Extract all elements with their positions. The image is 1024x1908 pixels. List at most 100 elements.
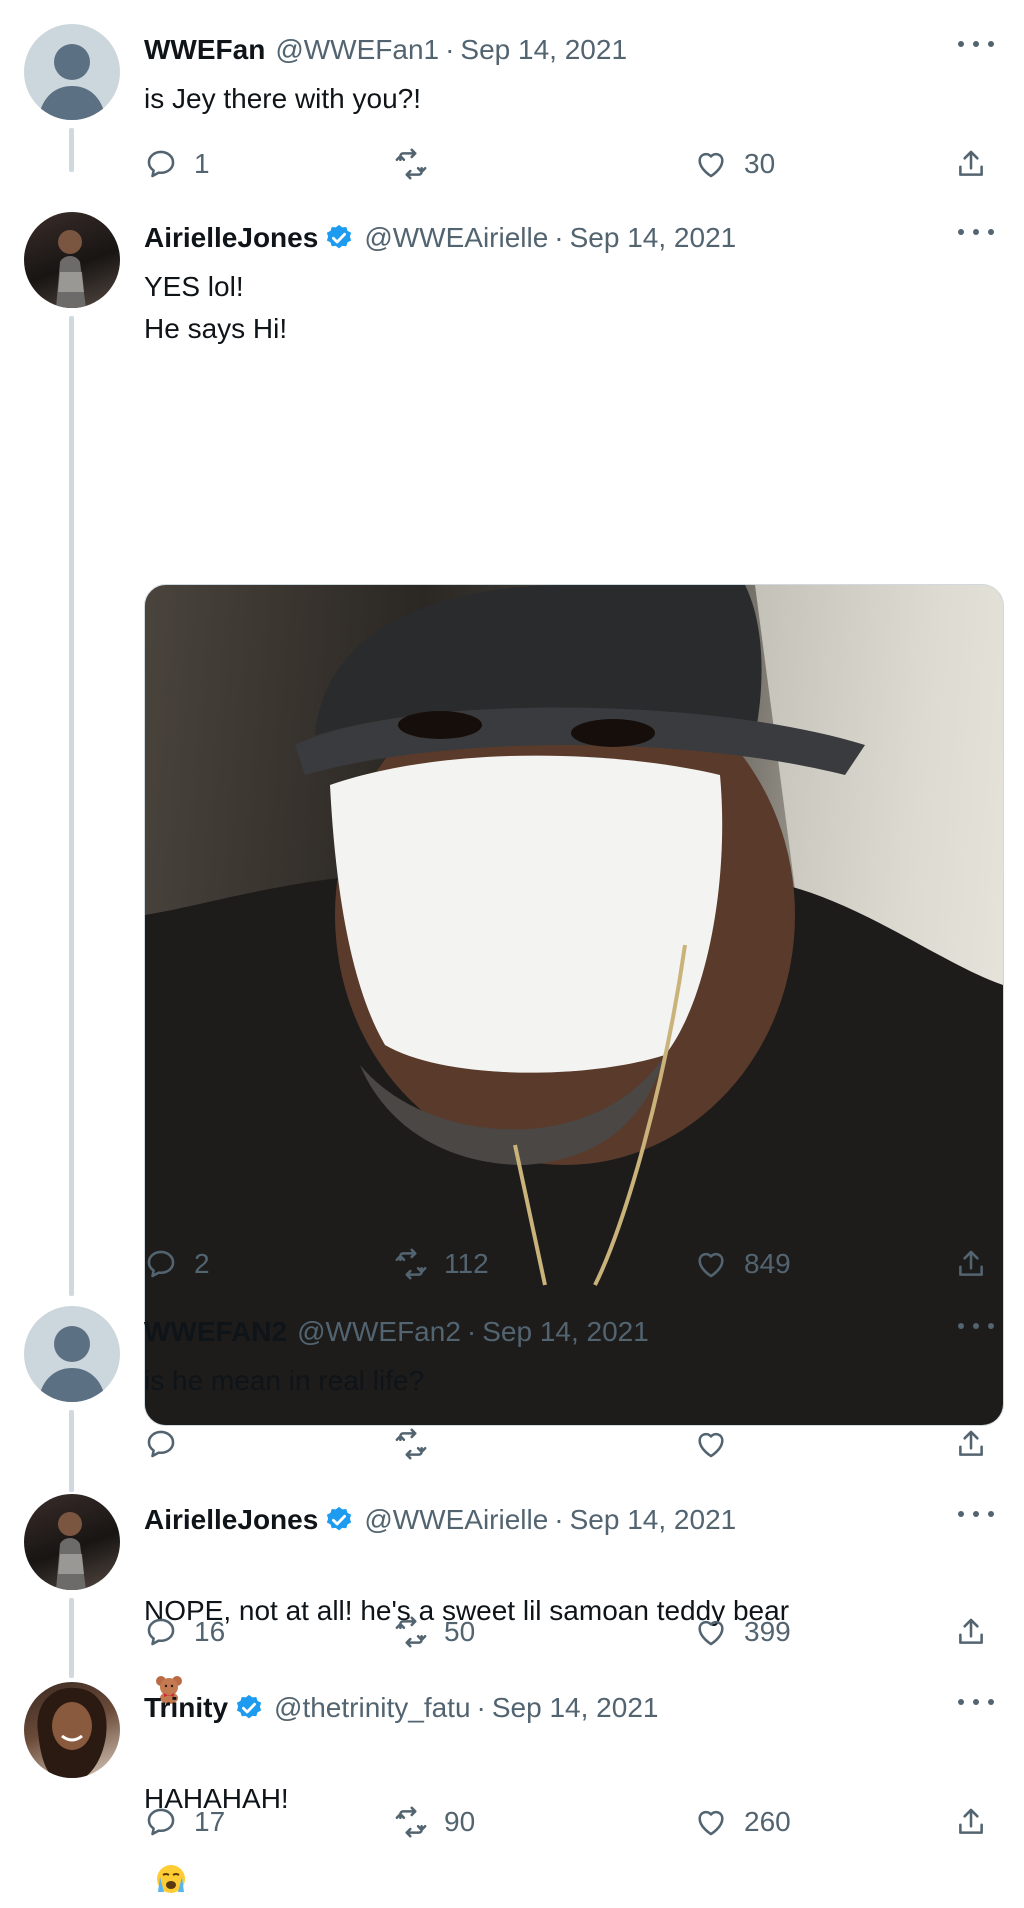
profile-photo-icon bbox=[37, 1687, 107, 1778]
retweet-icon bbox=[395, 148, 427, 180]
reply-button[interactable]: 17 bbox=[144, 1800, 225, 1844]
author-name[interactable]: WWEFan bbox=[144, 34, 265, 66]
default-avatar-icon bbox=[38, 44, 106, 120]
author-handle[interactable]: @WWEFan1 bbox=[275, 34, 439, 66]
tweet-date[interactable]: Sep 14, 2021 bbox=[492, 1692, 659, 1724]
more-options-icon[interactable] bbox=[958, 30, 994, 58]
more-options-icon[interactable] bbox=[958, 218, 994, 246]
tweet-1[interactable]: WWEFan @WWEFan1 · Sep 14, 2021 is Jey th… bbox=[0, 24, 1024, 184]
verified-badge-icon bbox=[324, 1505, 354, 1535]
like-count: 260 bbox=[744, 1806, 791, 1837]
separator-dot: · bbox=[554, 222, 564, 253]
more-options-icon[interactable] bbox=[958, 1688, 994, 1716]
tweet-text: is Jey there with you?! bbox=[144, 83, 422, 114]
reply-icon bbox=[147, 1430, 175, 1458]
separator-dot: · bbox=[554, 1504, 564, 1535]
heart-icon bbox=[698, 1810, 724, 1836]
tweet-photo[interactable] bbox=[144, 584, 1004, 1426]
share-button[interactable] bbox=[954, 1422, 988, 1466]
like-button[interactable]: 849 bbox=[694, 1242, 791, 1286]
reply-icon bbox=[147, 1808, 175, 1836]
tweet-4[interactable]: AirielleJones @WWEAirielle · Sep 14, 202… bbox=[0, 1494, 1024, 1704]
tweet-actions: 1 30 bbox=[144, 142, 1004, 186]
reply-count: 1 bbox=[194, 148, 210, 179]
profile-photo-icon bbox=[56, 230, 86, 308]
reply-icon bbox=[147, 150, 175, 178]
retweet-count: 50 bbox=[444, 1616, 476, 1647]
share-icon bbox=[959, 1250, 983, 1276]
retweet-button[interactable]: 90 bbox=[394, 1800, 475, 1844]
tweet-actions bbox=[144, 1422, 1004, 1466]
tweet-3[interactable]: WWEFAN2 @WWEFan2 · Sep 14, 2021 is he me… bbox=[0, 1306, 1024, 1466]
retweet-button[interactable]: 50 bbox=[394, 1610, 475, 1654]
more-options-icon[interactable] bbox=[958, 1500, 994, 1528]
author-handle[interactable]: @thetrinity_fatu bbox=[274, 1692, 471, 1724]
tweet-header: WWEFAN2 @WWEFan2 · Sep 14, 2021 bbox=[144, 1312, 649, 1352]
reply-count: 2 bbox=[194, 1248, 210, 1279]
tweet-text: is he mean in real life? bbox=[144, 1365, 425, 1396]
tweet-date[interactable]: Sep 14, 2021 bbox=[570, 222, 737, 254]
retweet-button[interactable] bbox=[394, 1422, 444, 1466]
retweet-count: 112 bbox=[444, 1248, 489, 1279]
author-name[interactable]: Trinity bbox=[144, 1692, 228, 1724]
author-handle[interactable]: @WWEAirielle bbox=[364, 1504, 548, 1536]
tweet-date[interactable]: Sep 14, 2021 bbox=[460, 34, 627, 66]
avatar-default[interactable] bbox=[24, 1306, 120, 1402]
tweet-2[interactable]: AirielleJones @WWEAirielle · Sep 14, 202… bbox=[0, 212, 1024, 1426]
reply-button[interactable]: 2 bbox=[144, 1242, 210, 1286]
avatar-airielle[interactable] bbox=[24, 1494, 120, 1590]
reply-button[interactable] bbox=[144, 1422, 194, 1466]
share-button[interactable] bbox=[954, 1610, 988, 1654]
share-icon bbox=[959, 1430, 983, 1456]
default-avatar-icon bbox=[38, 1326, 106, 1402]
heart-icon bbox=[698, 1620, 724, 1646]
tweet-actions: 17 90 260 bbox=[144, 1800, 1004, 1844]
like-button[interactable]: 30 bbox=[694, 142, 775, 186]
heart-icon bbox=[698, 1432, 724, 1458]
share-button[interactable] bbox=[954, 1800, 988, 1844]
reply-count: 17 bbox=[194, 1806, 226, 1837]
retweet-icon bbox=[395, 1616, 427, 1648]
avatar-trinity[interactable] bbox=[24, 1682, 120, 1778]
author-handle[interactable]: @WWEFan2 bbox=[297, 1316, 461, 1348]
share-icon bbox=[959, 1618, 983, 1644]
separator-dot: · bbox=[445, 34, 455, 65]
reply-button[interactable]: 1 bbox=[144, 142, 210, 186]
separator-dot: · bbox=[476, 1692, 486, 1723]
retweet-icon bbox=[395, 1806, 427, 1838]
avatar-airielle[interactable] bbox=[24, 212, 120, 308]
reply-icon bbox=[147, 1618, 175, 1646]
retweet-button[interactable]: 112 bbox=[394, 1242, 489, 1286]
tweet-header: AirielleJones @WWEAirielle · Sep 14, 202… bbox=[144, 1500, 736, 1540]
like-count: 30 bbox=[744, 148, 776, 179]
author-name[interactable]: WWEFAN2 bbox=[144, 1316, 287, 1348]
tweet-date[interactable]: Sep 14, 2021 bbox=[482, 1316, 649, 1348]
share-icon bbox=[959, 150, 983, 176]
like-button[interactable]: 260 bbox=[694, 1800, 791, 1844]
share-button[interactable] bbox=[954, 142, 988, 186]
author-handle[interactable]: @WWEAirielle bbox=[364, 222, 548, 254]
tweet-header: WWEFan @WWEFan1 · Sep 14, 2021 bbox=[144, 30, 627, 70]
like-button[interactable] bbox=[694, 1422, 744, 1466]
heart-icon bbox=[698, 152, 724, 178]
like-count: 849 bbox=[744, 1248, 791, 1279]
retweet-button[interactable] bbox=[394, 142, 444, 186]
retweet-count: 90 bbox=[444, 1806, 476, 1837]
selfie-photo-icon bbox=[145, 585, 1003, 1425]
like-button[interactable]: 399 bbox=[694, 1610, 791, 1654]
avatar-default[interactable] bbox=[24, 24, 120, 120]
heart-icon bbox=[698, 1252, 724, 1278]
reply-icon bbox=[147, 1250, 175, 1278]
more-options-icon[interactable] bbox=[958, 1312, 994, 1340]
tweet-date[interactable]: Sep 14, 2021 bbox=[570, 1504, 737, 1536]
author-name[interactable]: AirielleJones bbox=[144, 222, 318, 254]
tweet-5[interactable]: Trinity @thetrinity_fatu · Sep 14, 2021 … bbox=[0, 1682, 1024, 1893]
retweet-icon bbox=[395, 1248, 427, 1280]
reply-button[interactable]: 16 bbox=[144, 1610, 225, 1654]
retweet-icon bbox=[395, 1428, 427, 1460]
share-button[interactable] bbox=[954, 1242, 988, 1286]
like-count: 399 bbox=[744, 1616, 791, 1647]
tweet-header: Trinity @thetrinity_fatu · Sep 14, 2021 bbox=[144, 1688, 658, 1728]
author-name[interactable]: AirielleJones bbox=[144, 1504, 318, 1536]
verified-badge-icon bbox=[324, 223, 354, 253]
